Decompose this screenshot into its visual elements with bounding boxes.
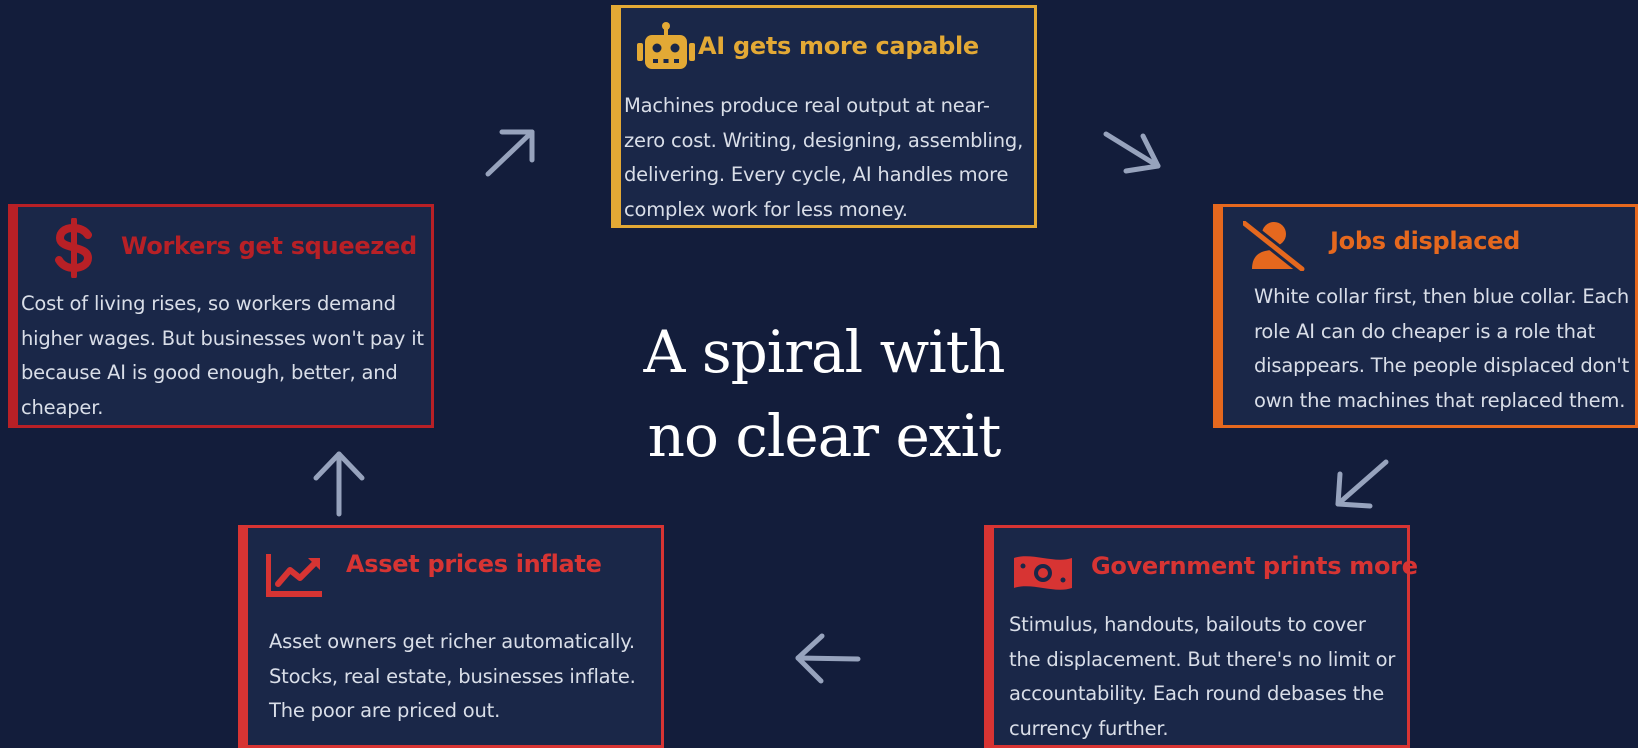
card-title: Asset prices inflate <box>346 550 602 578</box>
money-bill-icon <box>1014 556 1072 590</box>
card-ai-capable: AI gets more capable Machines produce re… <box>611 5 1037 228</box>
description-line: cheaper. <box>21 395 104 419</box>
card-description: Asset owners get richer automatically. S… <box>269 625 671 729</box>
card-description: White collar first, then blue collar. Ea… <box>1254 280 1638 418</box>
card-title: Jobs displaced <box>1330 227 1521 255</box>
description-line: higher wages. But businesses won't pay i… <box>21 326 424 350</box>
description-line: The poor are priced out. <box>269 699 501 722</box>
description-line: White collar first, then blue collar. Ea… <box>1254 285 1629 308</box>
dollar-sign-icon <box>55 218 93 278</box>
arrow-assets-to-workers <box>313 451 365 517</box>
arrow-workers-to-ai <box>485 129 535 177</box>
user-slash-icon <box>1243 221 1306 271</box>
description-line: delivering. Every cycle, AI handles more <box>624 163 1009 186</box>
card-title: Workers get squeezed <box>121 232 417 260</box>
card-workers-squeezed: Workers get squeezed Cost of living rise… <box>8 204 434 428</box>
description-line: accountability. Each round debases the <box>1009 682 1385 705</box>
description-line: because AI is good enough, better, and <box>21 361 398 384</box>
description-line: currency further. <box>1009 716 1169 740</box>
card-government-prints: Government prints more Stimulus, handout… <box>984 525 1418 748</box>
description-line: complex work for less money. <box>624 197 908 221</box>
description-line: own the machines that replaced them. <box>1254 388 1626 412</box>
card-asset-prices: Asset prices inflate Asset owners get ri… <box>238 525 664 748</box>
card-description: Machines produce real output at near- ze… <box>624 89 1044 227</box>
card-title: Government prints more <box>1091 552 1418 580</box>
arrow-government-to-assets <box>795 633 861 684</box>
center-title-line: A spiral with <box>643 318 1006 386</box>
description-line: the displacement. But there's no limit o… <box>1009 647 1396 671</box>
center-title-line: no clear exit <box>647 402 1002 470</box>
description-line: disappears. The people displaced don't <box>1254 354 1630 377</box>
card-title: AI gets more capable <box>698 32 979 60</box>
robot-icon <box>637 22 695 69</box>
center-title: A spiral with no clear exit <box>560 310 1088 478</box>
description-line: Cost of living rises, so workers demand <box>21 292 396 315</box>
description-line: Stimulus, handouts, bailouts to cover <box>1009 613 1366 636</box>
arrow-jobs-to-government <box>1335 459 1389 509</box>
description-line: Asset owners get richer automatically. <box>269 630 635 653</box>
chart-line-icon <box>266 554 322 597</box>
arrow-ai-to-jobs <box>1103 131 1161 174</box>
description-line: role AI can do cheaper is a role that <box>1254 319 1596 343</box>
card-description: Stimulus, handouts, bailouts to cover th… <box>1009 608 1417 746</box>
card-jobs-displaced: Jobs displaced White collar first, then … <box>1213 204 1638 428</box>
description-line: Machines produce real output at near- <box>624 94 990 117</box>
card-description: Cost of living rises, so workers demand … <box>21 287 441 425</box>
description-line: zero cost. Writing, designing, assemblin… <box>624 128 1024 152</box>
description-line: Stocks, real estate, businesses inflate. <box>269 664 636 688</box>
